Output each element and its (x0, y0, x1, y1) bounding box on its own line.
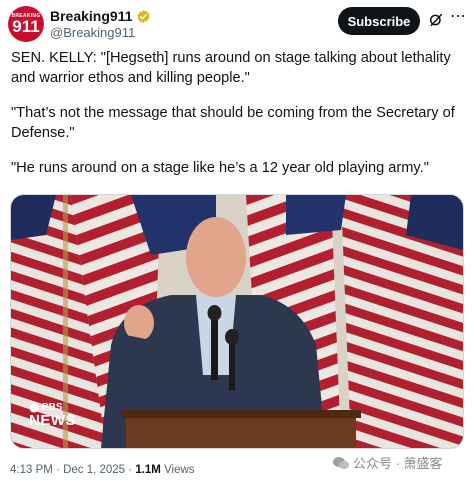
tweet-video[interactable]: PBS NEWS (10, 194, 464, 449)
avatar-text-big: 911 (12, 17, 40, 36)
pbs-logo-bottom: NEWS (29, 412, 76, 429)
meta-separator: · (56, 464, 64, 476)
more-icon[interactable]: ⋯ (450, 9, 466, 27)
watermark: 公众号 · 萧盛客 (333, 453, 443, 472)
display-name[interactable]: Breaking911 (50, 8, 133, 24)
tweet-paragraph: "That’s not the message that should be c… (11, 105, 455, 141)
video-frame (11, 195, 463, 448)
verified-badge-icon (136, 9, 150, 23)
display-name-row[interactable]: Breaking911 (50, 7, 151, 25)
tweet-date[interactable]: Dec 1, 2025 (63, 464, 125, 476)
tweet-meta: 4:13 PM · Dec 1, 2025 · 1.1M Views (10, 464, 195, 476)
tweet-paragraph: SEN. KELLY: "[Hegseth] runs around on st… (11, 50, 451, 86)
views-label: Views (164, 464, 195, 476)
pbs-news-logo: PBS NEWS (29, 402, 76, 428)
author-names: Breaking911 @Breaking911 (50, 7, 151, 41)
tweet-paragraph: "He runs around on a stage like he’s a 1… (11, 160, 429, 176)
subscribe-button[interactable]: Subscribe (338, 7, 420, 35)
watermark-text: 公众号 · 萧盛客 (353, 456, 443, 471)
views-count: 1.1M (135, 464, 161, 476)
grok-icon[interactable] (428, 12, 444, 28)
wechat-icon (333, 456, 349, 469)
pbs-head-icon (29, 403, 39, 412)
tweet-text: SEN. KELLY: "[Hegseth] runs around on st… (11, 48, 465, 193)
author-handle[interactable]: @Breaking911 (50, 25, 151, 41)
tweet-time[interactable]: 4:13 PM (10, 464, 53, 476)
avatar[interactable]: BREAKING 911 (8, 6, 44, 42)
tweet-header: BREAKING 911 Breaking911 @Breaking911 Su… (8, 6, 466, 46)
